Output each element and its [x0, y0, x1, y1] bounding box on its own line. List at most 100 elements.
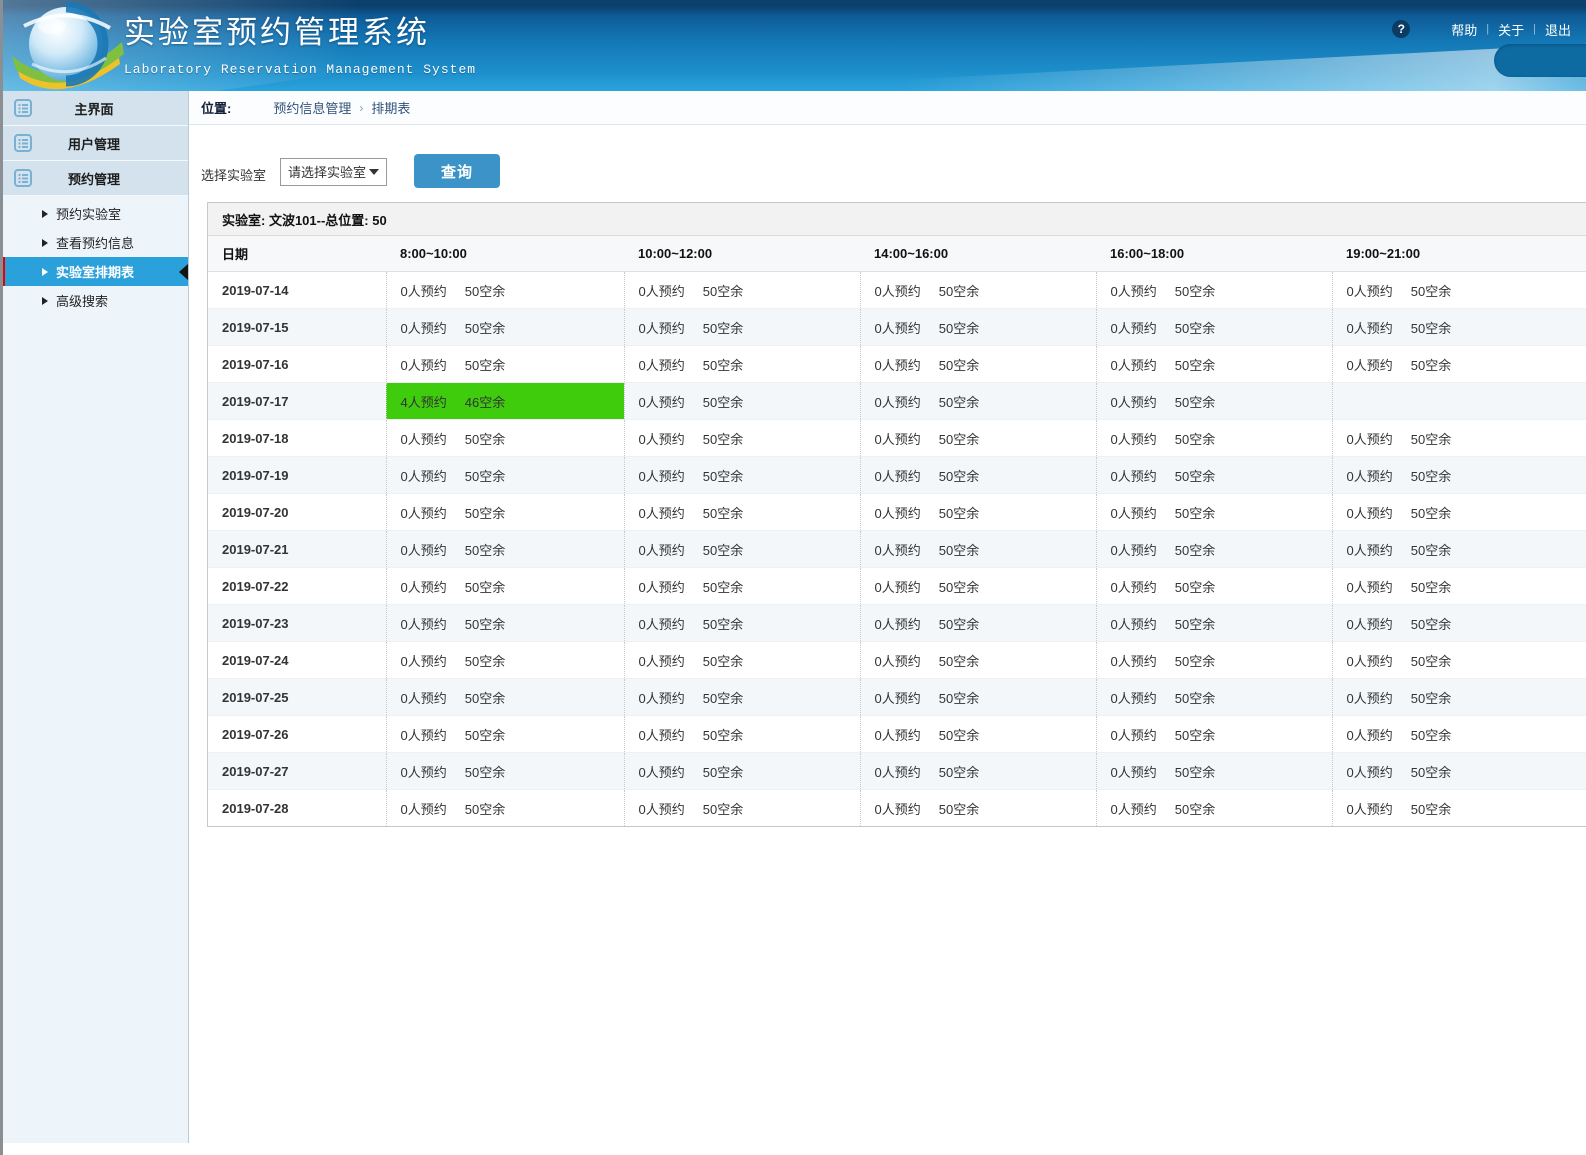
- slot-cell[interactable]: 0人预约50空余: [1332, 420, 1586, 457]
- slot-cell[interactable]: 0人预约50空余: [624, 790, 860, 827]
- slot-cell[interactable]: 0人预约50空余: [624, 605, 860, 642]
- slot-cell[interactable]: 0人预约50空余: [624, 272, 860, 309]
- header-search-pill[interactable]: [1494, 44, 1586, 77]
- slot-cell[interactable]: 0人预约50空余: [624, 309, 860, 346]
- logout-link[interactable]: 退出: [1536, 20, 1580, 39]
- slot-cell[interactable]: 0人预约50空余: [1332, 605, 1586, 642]
- slot-cell[interactable]: 0人预约50空余: [860, 346, 1096, 383]
- help-link[interactable]: 帮助: [1442, 20, 1486, 39]
- breadcrumb-current[interactable]: 排期表: [371, 98, 410, 117]
- about-link[interactable]: 关于: [1489, 20, 1533, 39]
- slot-cell[interactable]: 0人预约50空余: [386, 790, 624, 827]
- slot-cell[interactable]: 0人预约50空余: [860, 272, 1096, 309]
- slot-cell[interactable]: 0人预约50空余: [386, 420, 624, 457]
- slot-cell[interactable]: 0人预约50空余: [1096, 383, 1332, 420]
- slot-cell[interactable]: 0人预约50空余: [624, 383, 860, 420]
- slot-cell[interactable]: 0人预约50空余: [860, 753, 1096, 790]
- slot-cell[interactable]: 0人预约50空余: [386, 531, 624, 568]
- slot-cell[interactable]: 0人预约50空余: [386, 568, 624, 605]
- slot-cell[interactable]: 0人预约50空余: [624, 716, 860, 753]
- reserved-count: 0人预约: [1347, 654, 1393, 669]
- slot-cell[interactable]: 0人预约50空余: [386, 346, 624, 383]
- sidebar-item-reservation[interactable]: 预约管理: [0, 161, 188, 196]
- slot-cell[interactable]: 0人预约50空余: [624, 531, 860, 568]
- slot-cell[interactable]: 0人预约50空余: [386, 753, 624, 790]
- sidebar-subitem-advanced-search[interactable]: 高级搜索: [0, 286, 188, 315]
- slot-cell[interactable]: 0人预约50空余: [1096, 346, 1332, 383]
- slot-cell[interactable]: 0人预约50空余: [1332, 309, 1586, 346]
- slot-cell[interactable]: 0人预约50空余: [386, 494, 624, 531]
- slot-cell[interactable]: 0人预约50空余: [1332, 642, 1586, 679]
- slot-cell[interactable]: 0人预约50空余: [1332, 753, 1586, 790]
- slot-cell[interactable]: 0人预约50空余: [860, 679, 1096, 716]
- slot-cell[interactable]: 0人预约50空余: [386, 309, 624, 346]
- slot-cell[interactable]: 0人预约50空余: [1332, 494, 1586, 531]
- sidebar-subitem-view-reservations[interactable]: 查看预约信息: [0, 228, 188, 257]
- lab-select[interactable]: 请选择实验室: [280, 158, 387, 186]
- slot-cell[interactable]: 0人预约50空余: [860, 457, 1096, 494]
- slot-cell[interactable]: 0人预约50空余: [386, 605, 624, 642]
- slot-cell[interactable]: 0人预约50空余: [624, 753, 860, 790]
- slot-cell[interactable]: 0人预约50空余: [1096, 605, 1332, 642]
- slot-cell[interactable]: 0人预约50空余: [1096, 272, 1332, 309]
- slot-cell[interactable]: 0人预约50空余: [1096, 309, 1332, 346]
- slot-cell[interactable]: 0人预约50空余: [1332, 790, 1586, 827]
- slot-cell[interactable]: 0人预约50空余: [860, 531, 1096, 568]
- slot-cell[interactable]: 0人预约50空余: [386, 272, 624, 309]
- breadcrumb-section-link[interactable]: 预约信息管理: [273, 98, 351, 117]
- slot-cell[interactable]: 0人预约50空余: [1096, 531, 1332, 568]
- column-header-timeslot: 16:00~18:00: [1096, 236, 1332, 272]
- slot-cell-highlighted[interactable]: 4人预约46空余: [386, 383, 624, 420]
- sidebar-item-users[interactable]: 用户管理: [0, 126, 188, 161]
- slot-cell[interactable]: 0人预约50空余: [624, 420, 860, 457]
- slot-cell[interactable]: 0人预约50空余: [1332, 346, 1586, 383]
- slot-cell[interactable]: 0人预约50空余: [1096, 642, 1332, 679]
- slot-cell[interactable]: 0人预约50空余: [624, 457, 860, 494]
- slot-cell[interactable]: 0人预约50空余: [860, 605, 1096, 642]
- help-question-icon[interactable]: ?: [1392, 20, 1410, 38]
- slot-cell[interactable]: 0人预约50空余: [860, 716, 1096, 753]
- slot-cell[interactable]: 0人预约50空余: [860, 309, 1096, 346]
- slot-cell[interactable]: 0人预约50空余: [386, 716, 624, 753]
- slot-cell[interactable]: 0人预约50空余: [860, 642, 1096, 679]
- slot-cell[interactable]: 0人预约50空余: [624, 679, 860, 716]
- reserved-count: 0人预约: [875, 395, 921, 410]
- reserved-count: 0人预约: [401, 432, 447, 447]
- slot-cell[interactable]: 0人预约50空余: [1332, 531, 1586, 568]
- slot-cell[interactable]: 0人预约50空余: [1096, 679, 1332, 716]
- slot-cell[interactable]: 0人预约50空余: [1332, 568, 1586, 605]
- slot-cell[interactable]: 0人预约50空余: [624, 494, 860, 531]
- sidebar-subitem-lab-schedule[interactable]: 实验室排期表: [0, 257, 188, 286]
- slot-cell[interactable]: 0人预约50空余: [624, 568, 860, 605]
- slot-cell[interactable]: 0人预约50空余: [1096, 420, 1332, 457]
- slot-cell[interactable]: 0人预约50空余: [1096, 790, 1332, 827]
- slot-cell[interactable]: 0人预约50空余: [386, 679, 624, 716]
- slot-cell[interactable]: 0人预约50空余: [624, 346, 860, 383]
- slot-cell[interactable]: 0人预约50空余: [1332, 679, 1586, 716]
- slot-cell[interactable]: 0人预约50空余: [1332, 716, 1586, 753]
- free-count: 50空余: [939, 506, 979, 521]
- sidebar-subitem-reserve-lab[interactable]: 预约实验室: [0, 199, 188, 228]
- slot-cell[interactable]: 0人预约50空余: [1332, 272, 1586, 309]
- free-count: 50空余: [1175, 765, 1215, 780]
- slot-cell[interactable]: 0人预约50空余: [386, 642, 624, 679]
- slot-cell[interactable]: 0人预约50空余: [1096, 457, 1332, 494]
- slot-cell[interactable]: 0人预约50空余: [860, 790, 1096, 827]
- sidebar-item-main[interactable]: 主界面: [0, 91, 188, 126]
- slot-cell[interactable]: 0人预约50空余: [386, 457, 624, 494]
- slot-cell[interactable]: 0人预约50空余: [860, 494, 1096, 531]
- slot-cell[interactable]: 0人预约50空余: [624, 642, 860, 679]
- slot-cell[interactable]: 0人预约50空余: [1332, 457, 1586, 494]
- reserved-count: 0人预约: [1111, 543, 1157, 558]
- slot-cell[interactable]: 0人预约50空余: [860, 383, 1096, 420]
- slot-cell[interactable]: 0人预约50空余: [1096, 716, 1332, 753]
- slot-cell[interactable]: 0人预约50空余: [860, 568, 1096, 605]
- free-count: 50空余: [939, 543, 979, 558]
- query-button[interactable]: 查询: [414, 154, 500, 188]
- slot-cell[interactable]: 0人预约50空余: [860, 420, 1096, 457]
- slot-cell[interactable]: 0人预约50空余: [1096, 494, 1332, 531]
- slot-cell-empty[interactable]: [1332, 383, 1586, 420]
- schedule-caption: 实验室: 文波101--总位置: 50: [208, 203, 1586, 236]
- slot-cell[interactable]: 0人预约50空余: [1096, 753, 1332, 790]
- slot-cell[interactable]: 0人预约50空余: [1096, 568, 1332, 605]
